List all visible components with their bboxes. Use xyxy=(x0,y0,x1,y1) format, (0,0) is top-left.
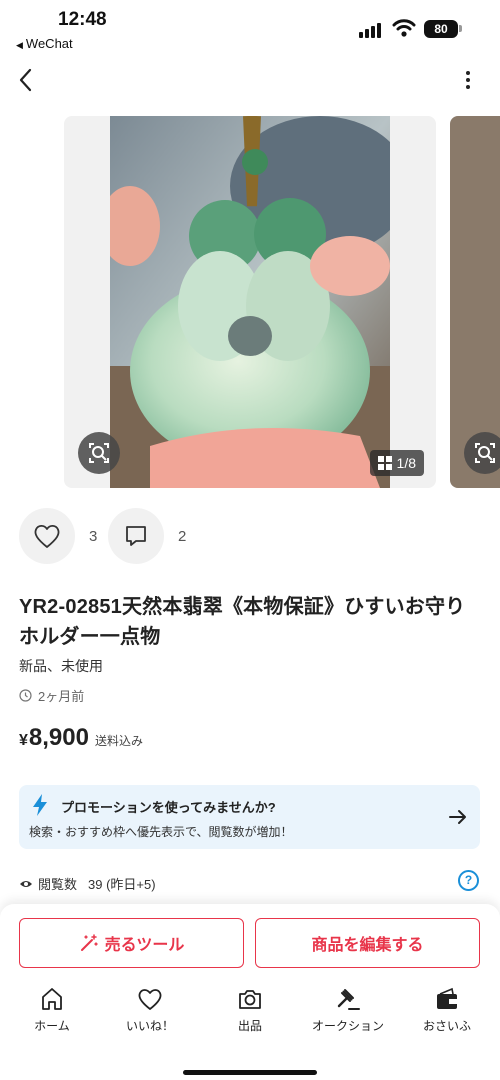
tab-wallet-label: おさいふ xyxy=(422,1019,471,1033)
back-app-label: WeChat xyxy=(25,36,73,51)
like-button[interactable] xyxy=(19,508,75,564)
eye-icon xyxy=(20,880,32,887)
wifi-icon xyxy=(392,19,416,37)
item-title: YR2-02851天然本翡翠《本物保証》ひすいお守り ホルダー一点物 xyxy=(19,596,466,648)
clock-icon xyxy=(19,689,32,702)
back-to-app-link[interactable]: ◀ WeChat xyxy=(16,36,73,51)
battery-icon: 80 xyxy=(424,20,458,38)
main-photo-card[interactable]: 1/8 xyxy=(64,116,436,488)
edit-item-label: 商品を編集する xyxy=(311,937,424,954)
sell-tool-button[interactable]: 売るツール xyxy=(19,918,244,968)
tab-listing-label: 出品 xyxy=(237,1019,262,1033)
signal-icon xyxy=(359,22,385,38)
shipping-label: 送料込み xyxy=(94,734,143,748)
home-indicator xyxy=(183,1070,317,1075)
next-photo-card[interactable] xyxy=(450,116,500,488)
tab-listing[interactable]: 出品 xyxy=(200,986,300,1034)
promotion-banner[interactable]: プロモーションを使ってみませんか? 検索・おすすめ枠へ優先表示で、閲覧数が増加！ xyxy=(19,785,480,849)
jade-pendant-photo xyxy=(110,116,390,488)
item-price: ¥ 8,900 送料込み xyxy=(19,724,143,752)
magic-wand-icon xyxy=(80,934,98,951)
sell-tool-label: 売るツール xyxy=(104,937,185,954)
lightning-icon xyxy=(33,794,47,816)
like-action[interactable]: 3 xyxy=(19,508,97,564)
image-counter-text: 1/8 xyxy=(396,455,416,471)
tab-auction[interactable]: オークション xyxy=(298,986,398,1034)
tab-wallet[interactable]: おさいふ xyxy=(397,986,497,1034)
price-symbol: ¥ xyxy=(19,732,28,749)
view-count: 閲覧数 39 (昨日+5) xyxy=(19,874,156,893)
back-arrow-icon[interactable] xyxy=(14,66,42,94)
image-search-button[interactable] xyxy=(78,432,120,474)
image-gallery[interactable]: 1/8 xyxy=(0,116,500,488)
heart-icon xyxy=(34,524,60,548)
wallet-icon xyxy=(437,987,457,1009)
status-bar: 12:48 ◀ WeChat 80 xyxy=(0,0,500,56)
posted-time: 2ヶ月前 xyxy=(19,686,84,705)
comment-action[interactable]: 2 xyxy=(108,508,186,564)
promotion-title: プロモーションを使ってみませんか? xyxy=(61,800,276,815)
tab-likes-label: いいね！ xyxy=(125,1019,174,1033)
promotion-text: 検索・おすすめ枠へ優先表示で、閲覧数が増加！ xyxy=(29,825,293,839)
camera-icon xyxy=(239,990,261,1009)
tab-likes[interactable]: いいね！ xyxy=(100,986,200,1034)
back-triangle-icon: ◀ xyxy=(16,40,23,50)
edit-item-button[interactable]: 商品を編集する xyxy=(255,918,480,968)
tab-home-label: ホーム xyxy=(34,1019,70,1033)
arrow-right-icon xyxy=(449,810,466,824)
comment-count: 2 xyxy=(178,527,187,545)
gavel-icon xyxy=(337,989,360,1010)
help-icon[interactable]: ? xyxy=(458,870,479,891)
comment-button[interactable] xyxy=(108,508,164,564)
view-count-value: 39 (昨日+5) xyxy=(88,877,156,892)
grid-icon xyxy=(377,456,392,470)
like-count: 3 xyxy=(89,527,98,545)
view-count-label: 閲覧数 xyxy=(38,877,78,892)
status-time: 12:48 xyxy=(58,9,107,30)
comment-icon xyxy=(126,526,146,546)
lens-search-icon xyxy=(89,443,109,463)
price-amount: 8,900 xyxy=(28,724,89,751)
image-counter: 1/8 xyxy=(369,450,424,476)
bottom-panel: 売るツール 商品を編集する ホーム いいね！ 出品 オークション おさいふ xyxy=(0,904,500,1080)
tab-home[interactable]: ホーム xyxy=(2,986,102,1034)
battery-cap xyxy=(459,25,462,32)
heart-icon xyxy=(138,989,162,1010)
more-menu-icon[interactable] xyxy=(458,68,478,92)
lens-search-icon xyxy=(475,443,495,463)
home-icon xyxy=(42,988,62,1010)
tab-bar: ホーム いいね！ 出品 オークション おさいふ xyxy=(0,986,500,1046)
image-search-button-next[interactable] xyxy=(464,432,500,474)
tab-auction-label: オークション xyxy=(311,1019,384,1033)
posted-time-text: 2ヶ月前 xyxy=(38,689,85,704)
item-condition: 新品、未使用 xyxy=(19,658,103,674)
